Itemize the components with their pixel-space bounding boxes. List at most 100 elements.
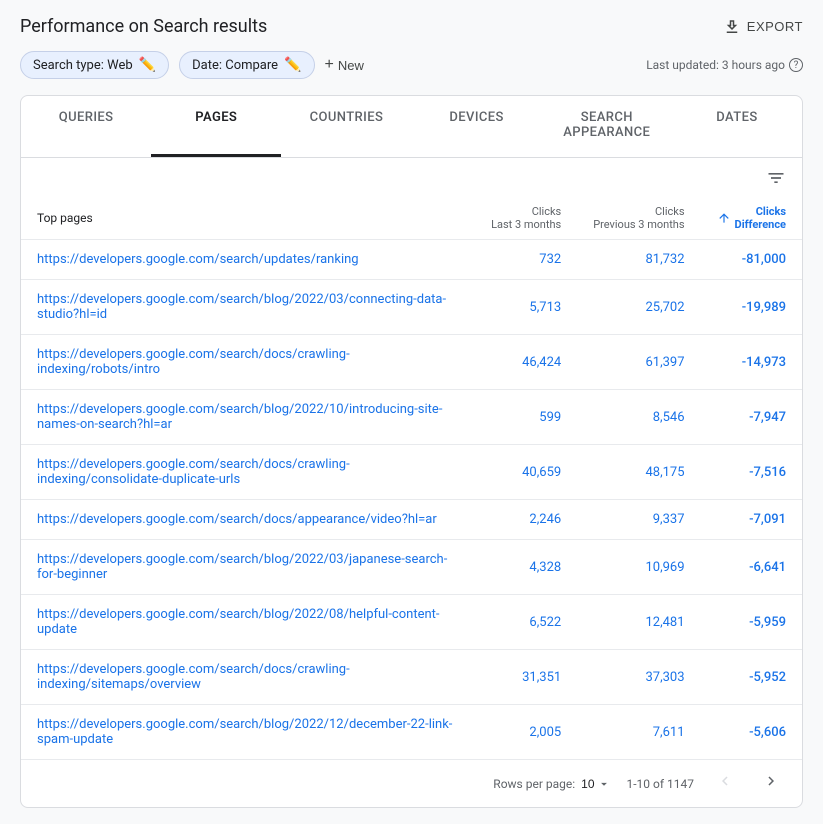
date-edit-icon: ✏️ <box>284 57 301 73</box>
new-filter-button[interactable]: + New <box>325 56 364 74</box>
table-row: https://developers.google.com/search/blo… <box>21 280 802 335</box>
prev-page-icon <box>716 772 734 790</box>
tabs-bar: QUERIES PAGES COUNTRIES DEVICES SEARCH A… <box>21 96 802 158</box>
table-row: https://developers.google.com/search/blo… <box>21 390 802 445</box>
page-range: 1-10 of 1147 <box>627 777 695 791</box>
url-link[interactable]: https://developers.google.com/search/blo… <box>37 292 446 322</box>
tab-pages[interactable]: PAGES <box>151 96 281 157</box>
table-row: https://developers.google.com/search/doc… <box>21 335 802 390</box>
url-cell: https://developers.google.com/search/doc… <box>21 335 475 390</box>
clicks-prev-cell: 25,702 <box>577 280 700 335</box>
url-cell: https://developers.google.com/search/blo… <box>21 390 475 445</box>
col-clicks-diff: ClicksDifference <box>701 197 802 240</box>
rows-per-page-label: Rows per page: <box>493 777 575 791</box>
table-row: https://developers.google.com/search/doc… <box>21 445 802 500</box>
url-link[interactable]: https://developers.google.com/search/doc… <box>37 347 350 377</box>
table-row: https://developers.google.com/search/doc… <box>21 500 802 540</box>
url-cell: https://developers.google.com/search/blo… <box>21 280 475 335</box>
col-clicks-prev: Clicks Previous 3 months <box>577 197 700 240</box>
table-row: https://developers.google.com/search/blo… <box>21 705 802 760</box>
clicks-diff-cell: -6,641 <box>701 540 802 595</box>
clicks-last-cell: 6,522 <box>475 595 577 650</box>
clicks-prev-cell: 48,175 <box>577 445 700 500</box>
sort-arrow-icon <box>717 211 731 225</box>
clicks-prev-cell: 10,969 <box>577 540 700 595</box>
clicks-prev-cell: 81,732 <box>577 240 700 280</box>
url-link[interactable]: https://developers.google.com/search/blo… <box>37 717 452 747</box>
tab-countries[interactable]: COUNTRIES <box>281 96 411 157</box>
clicks-diff-cell: -14,973 <box>701 335 802 390</box>
clicks-last-cell: 2,246 <box>475 500 577 540</box>
clicks-diff-cell: -81,000 <box>701 240 802 280</box>
tab-search-appearance[interactable]: SEARCH APPEARANCE <box>542 96 672 157</box>
clicks-prev-cell: 8,546 <box>577 390 700 445</box>
clicks-diff-cell: -7,091 <box>701 500 802 540</box>
url-link[interactable]: https://developers.google.com/search/doc… <box>37 662 350 692</box>
rows-per-page-value: 10 <box>581 777 594 791</box>
url-link[interactable]: https://developers.google.com/search/doc… <box>37 457 350 487</box>
url-link[interactable]: https://developers.google.com/search/blo… <box>37 402 442 432</box>
clicks-last-cell: 40,659 <box>475 445 577 500</box>
url-link[interactable]: https://developers.google.com/search/doc… <box>37 512 437 527</box>
clicks-last-cell: 46,424 <box>475 335 577 390</box>
last-updated-text: Last updated: 3 hours ago <box>646 58 785 72</box>
clicks-prev-cell: 37,303 <box>577 650 700 705</box>
table-row: https://developers.google.com/search/blo… <box>21 540 802 595</box>
clicks-last-cell: 2,005 <box>475 705 577 760</box>
export-label: EXPORT <box>747 19 803 34</box>
search-type-filter[interactable]: Search type: Web ✏️ <box>20 51 169 79</box>
clicks-diff-cell: -5,952 <box>701 650 802 705</box>
col-clicks-last: Clicks Last 3 months <box>475 197 577 240</box>
page-title: Performance on Search results <box>20 16 267 37</box>
clicks-diff-cell: -7,516 <box>701 445 802 500</box>
dropdown-arrow-icon <box>597 777 611 791</box>
table-row: https://developers.google.com/search/upd… <box>21 240 802 280</box>
clicks-prev-cell: 12,481 <box>577 595 700 650</box>
url-link[interactable]: https://developers.google.com/search/upd… <box>37 252 359 267</box>
url-cell: https://developers.google.com/search/upd… <box>21 240 475 280</box>
clicks-last-cell: 599 <box>475 390 577 445</box>
clicks-prev-cell: 9,337 <box>577 500 700 540</box>
url-link[interactable]: https://developers.google.com/search/blo… <box>37 607 440 637</box>
date-filter[interactable]: Date: Compare ✏️ <box>179 51 314 79</box>
date-label: Date: Compare <box>192 58 278 73</box>
filter-icon <box>766 168 786 188</box>
url-cell: https://developers.google.com/search/blo… <box>21 540 475 595</box>
clicks-diff-cell: -7,947 <box>701 390 802 445</box>
url-cell: https://developers.google.com/search/blo… <box>21 595 475 650</box>
clicks-last-cell: 732 <box>475 240 577 280</box>
clicks-last-cell: 5,713 <box>475 280 577 335</box>
export-button[interactable]: EXPORT <box>723 18 803 36</box>
col-top-pages: Top pages <box>21 197 475 240</box>
clicks-last-cell: 4,328 <box>475 540 577 595</box>
pagination-row: Rows per page: 10 1-10 of 1147 <box>21 759 802 807</box>
url-cell: https://developers.google.com/search/doc… <box>21 500 475 540</box>
table-row: https://developers.google.com/search/blo… <box>21 595 802 650</box>
clicks-diff-cell: -19,989 <box>701 280 802 335</box>
clicks-prev-cell: 61,397 <box>577 335 700 390</box>
rows-per-page-select[interactable]: 10 <box>581 777 610 791</box>
table-row: https://developers.google.com/search/doc… <box>21 650 802 705</box>
search-type-edit-icon: ✏️ <box>139 57 156 73</box>
data-table: Top pages Clicks Last 3 months Clicks Pr… <box>21 197 802 759</box>
tab-devices[interactable]: DEVICES <box>412 96 542 157</box>
url-cell: https://developers.google.com/search/doc… <box>21 445 475 500</box>
url-link[interactable]: https://developers.google.com/search/blo… <box>37 552 447 582</box>
table-filter-button[interactable] <box>766 168 786 193</box>
clicks-diff-cell: -5,959 <box>701 595 802 650</box>
clicks-diff-cell: -5,606 <box>701 705 802 760</box>
clicks-prev-cell: 7,611 <box>577 705 700 760</box>
new-filter-label: New <box>338 58 364 73</box>
clicks-last-cell: 31,351 <box>475 650 577 705</box>
info-icon[interactable]: ? <box>789 58 803 72</box>
next-page-button[interactable] <box>756 770 786 797</box>
tab-dates[interactable]: DATES <box>672 96 802 157</box>
prev-page-button[interactable] <box>710 770 740 797</box>
url-cell: https://developers.google.com/search/doc… <box>21 650 475 705</box>
search-type-label: Search type: Web <box>33 58 133 73</box>
tab-queries[interactable]: QUERIES <box>21 96 151 157</box>
next-page-icon <box>762 772 780 790</box>
plus-icon: + <box>325 56 334 74</box>
download-icon <box>723 18 741 36</box>
url-cell: https://developers.google.com/search/blo… <box>21 705 475 760</box>
